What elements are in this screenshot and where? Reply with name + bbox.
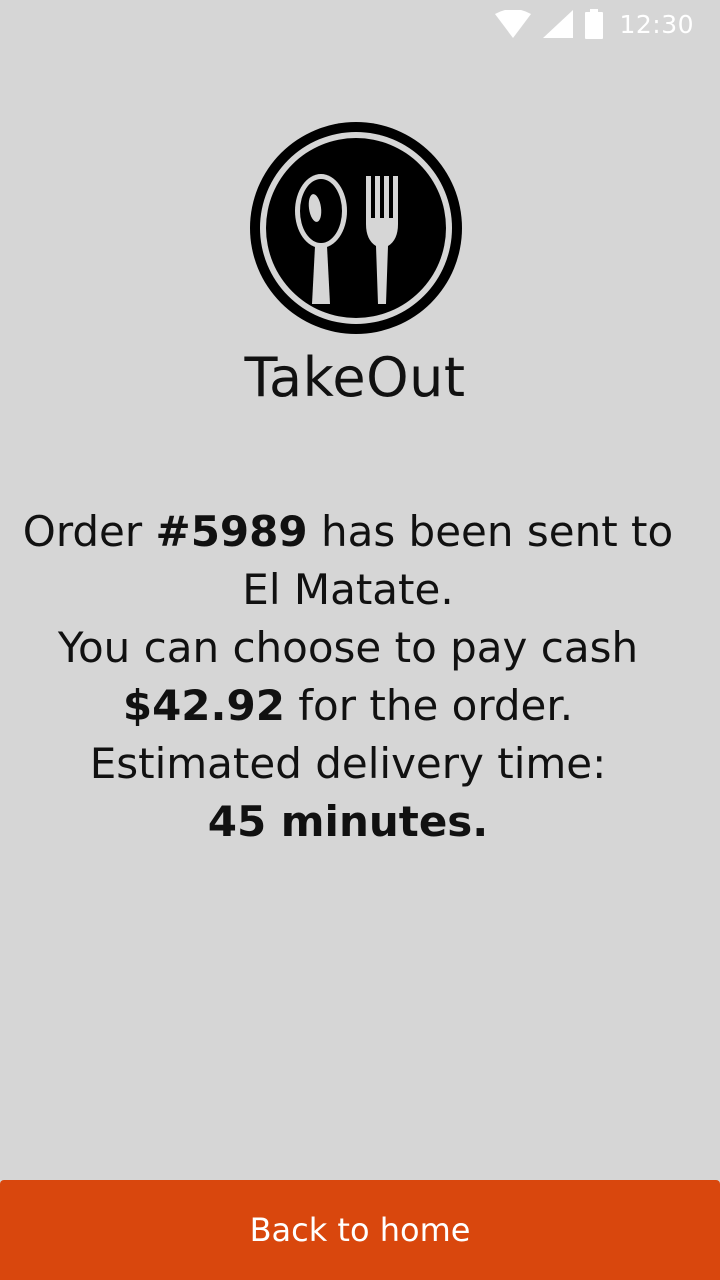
back-to-home-button[interactable]: Back to home: [0, 1180, 720, 1280]
spoon-fork-icon: [250, 122, 462, 334]
order-amount: $42.92: [122, 681, 285, 730]
restaurant-name: El Matate.: [242, 565, 454, 614]
order-number: #5989: [155, 507, 308, 556]
payment-text: You can choose to pay cash: [57, 623, 639, 672]
status-bar: 12:30: [0, 0, 720, 48]
delivery-label: Estimated delivery time:: [89, 739, 607, 788]
delivery-line: 45 minutes.: [0, 793, 696, 851]
status-icons: 12:30: [495, 8, 694, 40]
amount-line: $42.92 for the order.: [0, 677, 696, 735]
app-name: TakeOut: [244, 346, 466, 409]
order-line: Order #5989 has been sent to: [0, 503, 696, 561]
order-prefix: Order: [22, 507, 156, 556]
wifi-icon: [495, 10, 532, 38]
delivery-time: 45 minutes.: [207, 797, 489, 846]
order-confirmation-message: Order #5989 has been sent to El Matate. …: [0, 503, 696, 851]
order-suffix: has been sent to: [307, 507, 674, 556]
amount-suffix: for the order.: [284, 681, 574, 730]
battery-icon: [585, 9, 604, 39]
cellular-signal-icon: [543, 10, 574, 38]
status-time: 12:30: [619, 9, 694, 39]
